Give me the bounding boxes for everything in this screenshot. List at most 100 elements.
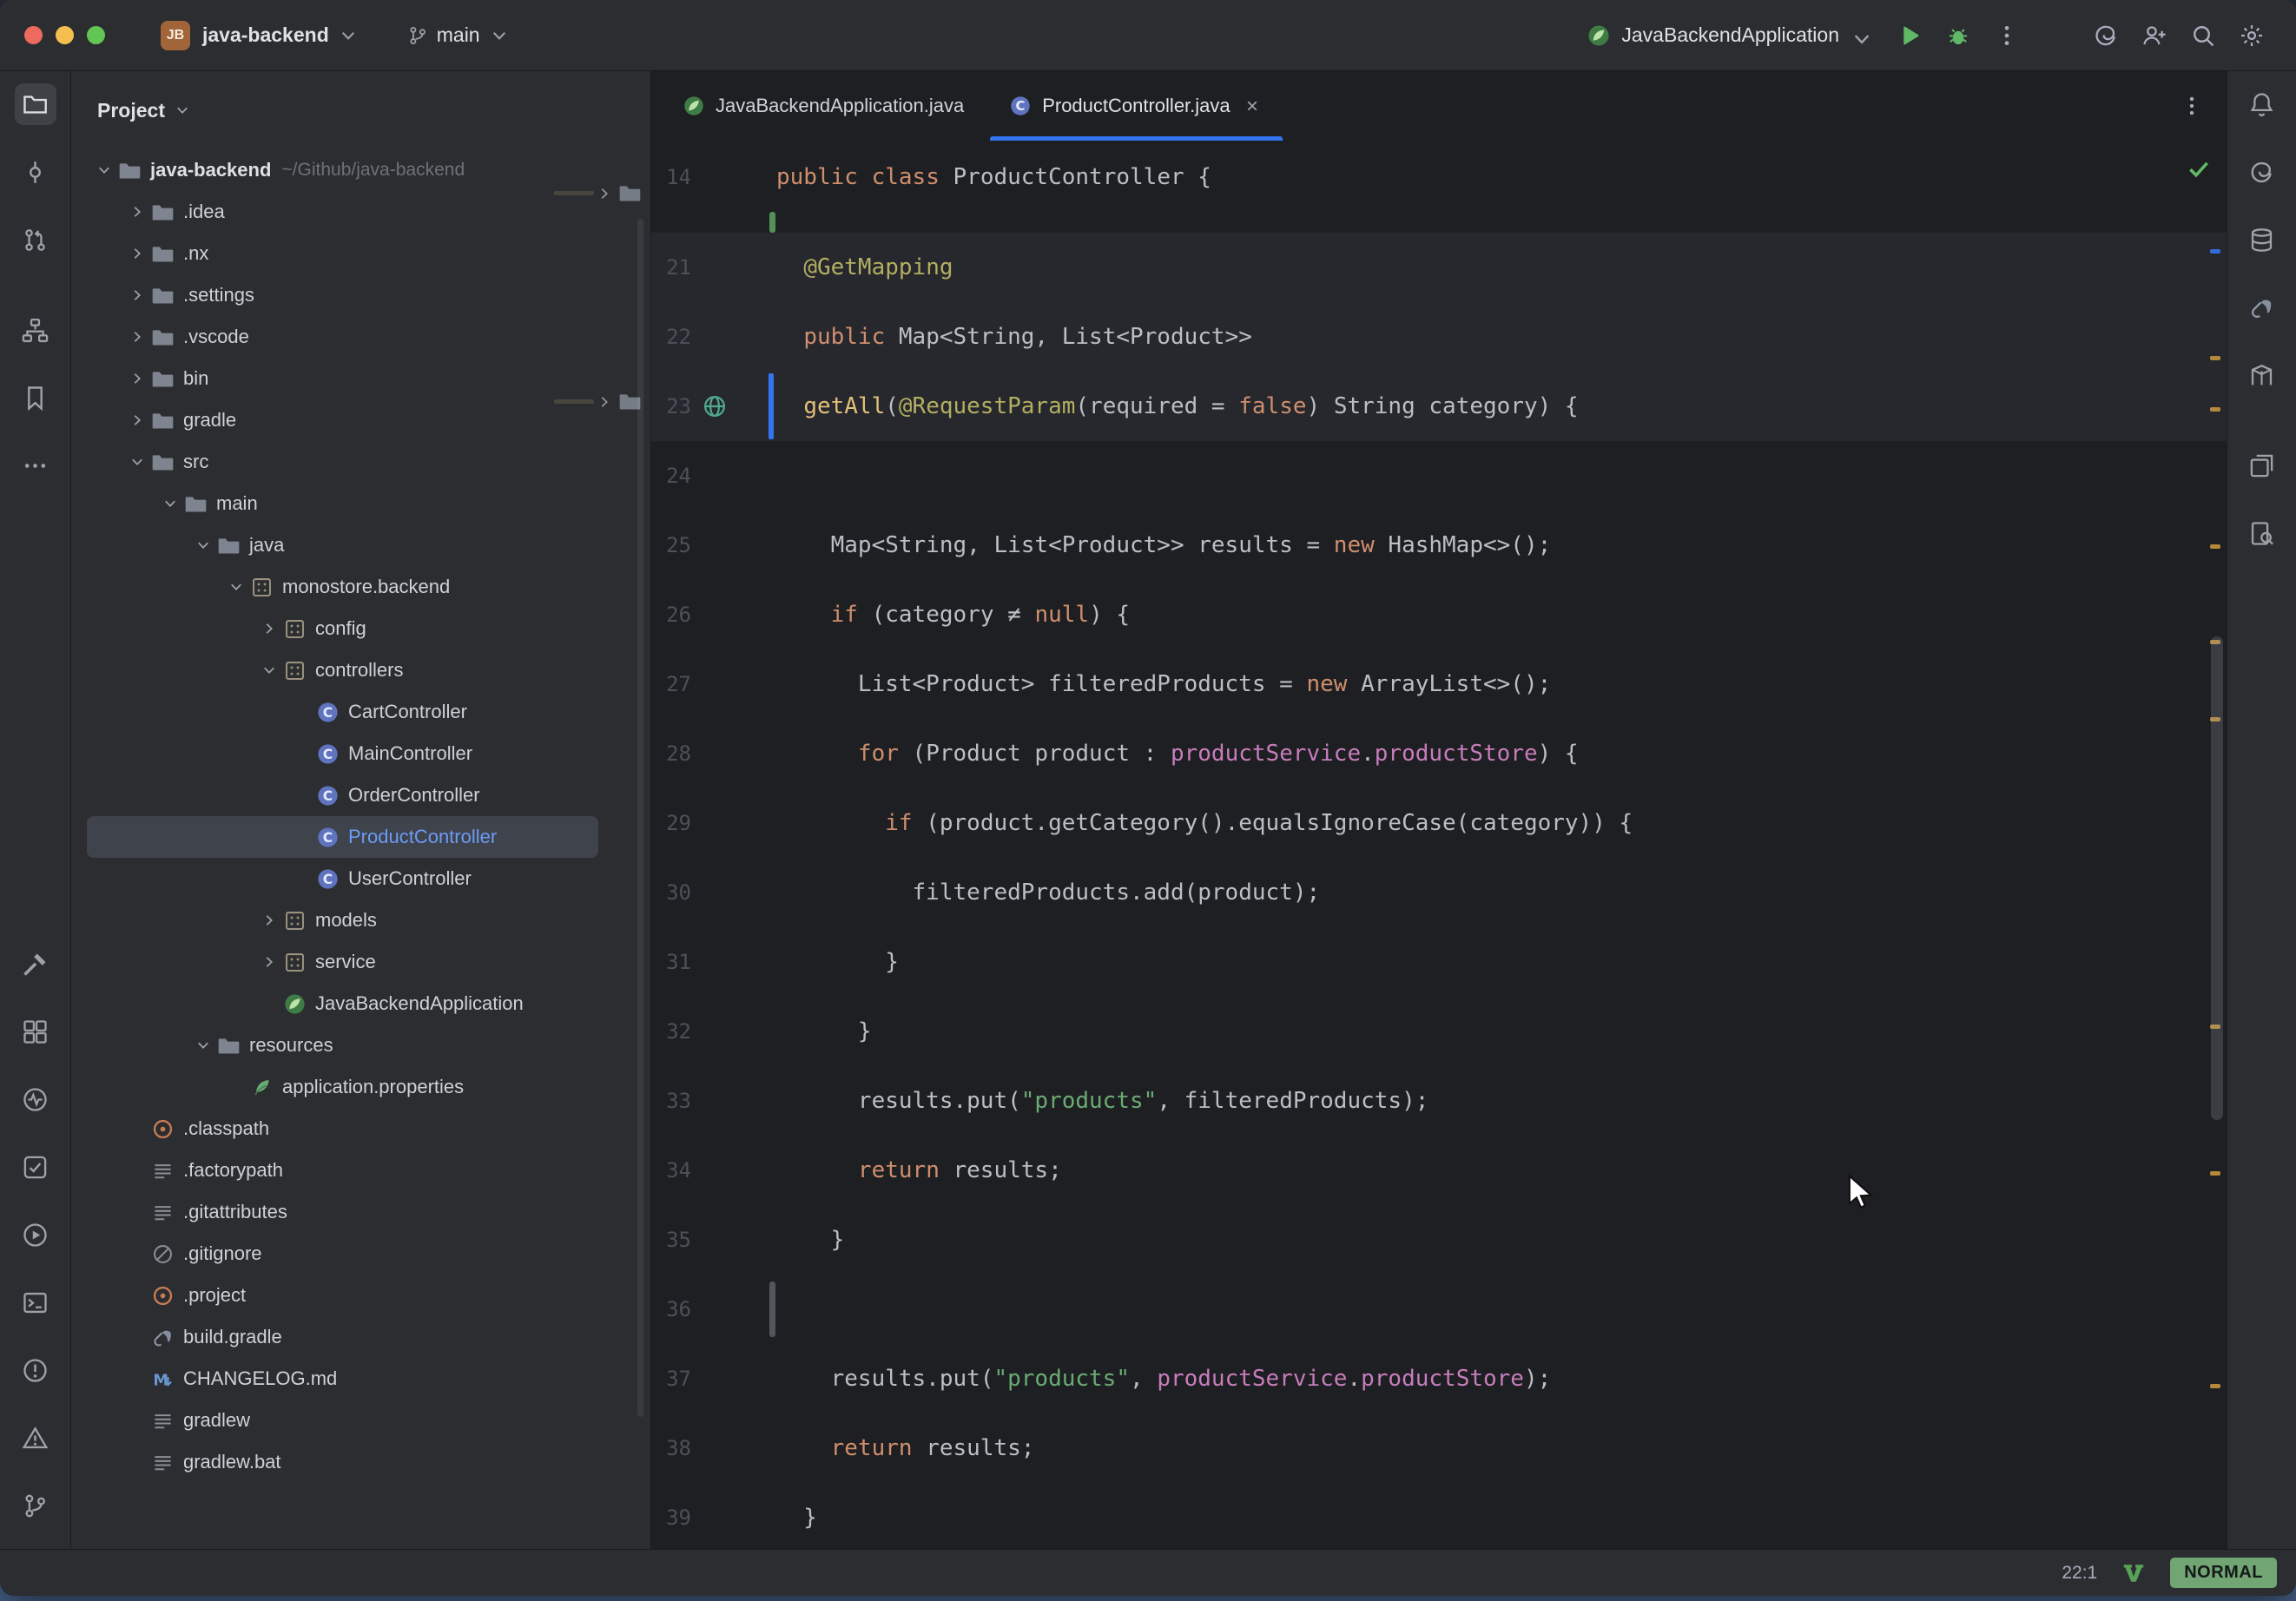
line-number[interactable]: 23 [651, 372, 691, 441]
minimize-window-button[interactable] [56, 26, 74, 44]
line-number[interactable]: 36 [651, 1275, 691, 1344]
code-text[interactable] [691, 441, 776, 511]
todo-tool-button[interactable] [15, 1146, 56, 1188]
line-number[interactable]: 37 [651, 1344, 691, 1413]
tree-twisty[interactable] [127, 368, 148, 389]
line-number[interactable]: 38 [651, 1413, 691, 1483]
code-line-29[interactable]: 29 if (product.getCategory().equalsIgnor… [651, 788, 2227, 858]
tree-item-vscode[interactable]: .vscode [87, 316, 598, 358]
inspection-mark[interactable] [2210, 356, 2220, 360]
dependencies-tool-button[interactable] [2241, 445, 2283, 486]
inspection-mark[interactable] [2210, 407, 2220, 412]
line-number[interactable]: 28 [651, 719, 691, 788]
line-number[interactable]: 35 [651, 1205, 691, 1275]
code-line-38[interactable]: 38 return results; [651, 1413, 2227, 1483]
code-text[interactable]: } [691, 997, 872, 1066]
settings-button[interactable] [2232, 16, 2272, 56]
tree-item-project[interactable]: .project [87, 1275, 598, 1316]
run-configuration-selector[interactable]: JavaBackendApplication [1587, 23, 1867, 48]
inspection-mark[interactable] [2210, 249, 2220, 254]
tree-item-nx[interactable]: .nx [87, 233, 598, 274]
more-actions-button[interactable] [1987, 16, 2027, 56]
tree-item-resources[interactable]: resources [87, 1025, 598, 1066]
tree-item-controllers[interactable]: controllers [87, 649, 598, 691]
documentation-tool-button[interactable] [2241, 512, 2283, 554]
branch-switcher[interactable]: main [407, 23, 510, 47]
inspection-mark[interactable] [2210, 1384, 2220, 1388]
tree-twisty[interactable] [259, 618, 280, 639]
tree-item-gradlew-bat[interactable]: gradlew.bat [87, 1441, 598, 1483]
tree-twisty[interactable] [127, 451, 148, 472]
tree-item-productcontroller[interactable]: CProductController [87, 816, 598, 858]
line-number[interactable]: 29 [651, 788, 691, 858]
ai-assistant-button[interactable] [2086, 16, 2126, 56]
tree-twisty[interactable] [94, 160, 115, 181]
tree-twisty[interactable] [127, 201, 148, 222]
code-line-23[interactable]: 23 getAll(@RequestParam(required = false… [651, 372, 2227, 441]
vim-mode-badge[interactable]: NORMAL [2170, 1558, 2277, 1588]
tree-twisty[interactable] [193, 1035, 214, 1056]
inspection-mark[interactable] [2210, 1171, 2220, 1176]
tree-item-maincontroller[interactable]: CMainController [87, 733, 598, 774]
profiler-tool-button[interactable] [15, 1078, 56, 1120]
tree-item-service[interactable]: service [87, 941, 598, 983]
tree-item-javabackendapplication[interactable]: JavaBackendApplication [87, 983, 598, 1025]
tree-item-settings[interactable]: .settings [87, 274, 598, 316]
database-tool-button[interactable] [2241, 219, 2283, 260]
line-number[interactable]: 26 [651, 580, 691, 649]
tree-item-gitignore[interactable]: .gitignore [87, 1233, 598, 1275]
code-text[interactable]: getAll(@RequestParam(required = false) S… [691, 372, 1579, 441]
code-text[interactable]: return results; [691, 1136, 1062, 1205]
tree-item-ordercontroller[interactable]: COrderController [87, 774, 598, 816]
tree-twisty[interactable] [127, 410, 148, 431]
tree-twisty[interactable] [594, 183, 615, 204]
code-line-36[interactable]: 36 [651, 1275, 2227, 1344]
ai-assistant-tool-button[interactable] [2241, 151, 2283, 193]
code-text[interactable] [691, 1275, 776, 1344]
line-number[interactable]: 32 [651, 997, 691, 1066]
folded-lines-gap[interactable] [651, 212, 2227, 233]
ideavim-widget[interactable] [2121, 1561, 2146, 1585]
project-tree-scrollbar[interactable] [637, 219, 643, 1417]
line-number[interactable]: 39 [651, 1483, 691, 1549]
tree-item-cartcontroller[interactable]: CCartController [87, 691, 598, 733]
tree-item-monostore-backend[interactable]: monostore.backend [87, 566, 598, 608]
code-text[interactable]: } [691, 927, 899, 997]
tree-item-config[interactable]: config [87, 608, 598, 649]
line-number[interactable]: 30 [651, 858, 691, 927]
editor-scrollbar[interactable] [2211, 636, 2223, 1120]
tree-item-idea[interactable]: .idea [87, 191, 598, 233]
line-number[interactable]: 34 [651, 1136, 691, 1205]
tree-item-bin[interactable]: bin [87, 358, 598, 399]
code-line-28[interactable]: 28 for (Product product : productService… [651, 719, 2227, 788]
tree-item-application-properties[interactable]: application.properties [87, 1066, 598, 1108]
line-number[interactable]: 27 [651, 649, 691, 719]
code-text[interactable]: public class ProductController { [691, 142, 1211, 212]
tree-item-usercontroller[interactable]: CUserController [87, 858, 598, 899]
tab-close-button[interactable] [1241, 95, 1263, 117]
close-window-button[interactable] [24, 26, 43, 44]
line-number[interactable]: 31 [651, 927, 691, 997]
tree-twisty[interactable] [160, 493, 181, 514]
code-text[interactable]: } [691, 1205, 844, 1275]
tree-twisty[interactable] [226, 576, 247, 597]
code-text[interactable]: return results; [691, 1413, 1034, 1483]
services-tool-button[interactable] [15, 1011, 56, 1052]
line-number[interactable]: 22 [651, 302, 691, 372]
bookmarks-tool-button[interactable] [15, 377, 56, 418]
code-line-32[interactable]: 32 } [651, 997, 2227, 1066]
tree-item-classpath[interactable]: .classpath [87, 1108, 598, 1150]
tab-options-button[interactable] [2173, 87, 2211, 125]
tree-item-main[interactable]: main [87, 483, 598, 524]
caret-position-widget[interactable]: 22:1 [2062, 1563, 2097, 1584]
warnings-tool-button[interactable] [15, 1417, 56, 1459]
code-line-27[interactable]: 27 List<Product> filteredProducts = new … [651, 649, 2227, 719]
tree-twisty[interactable] [127, 243, 148, 264]
zoom-window-button[interactable] [87, 26, 105, 44]
tree-item-models[interactable]: models [87, 899, 598, 941]
line-number[interactable]: 21 [651, 233, 691, 302]
code-text[interactable]: filteredProducts.add(product); [691, 858, 1320, 927]
code-text[interactable]: results.put("products", productService.p… [691, 1344, 1551, 1413]
tree-item-factorypath[interactable]: .factorypath [87, 1150, 598, 1191]
line-number[interactable]: 14 [651, 142, 691, 212]
